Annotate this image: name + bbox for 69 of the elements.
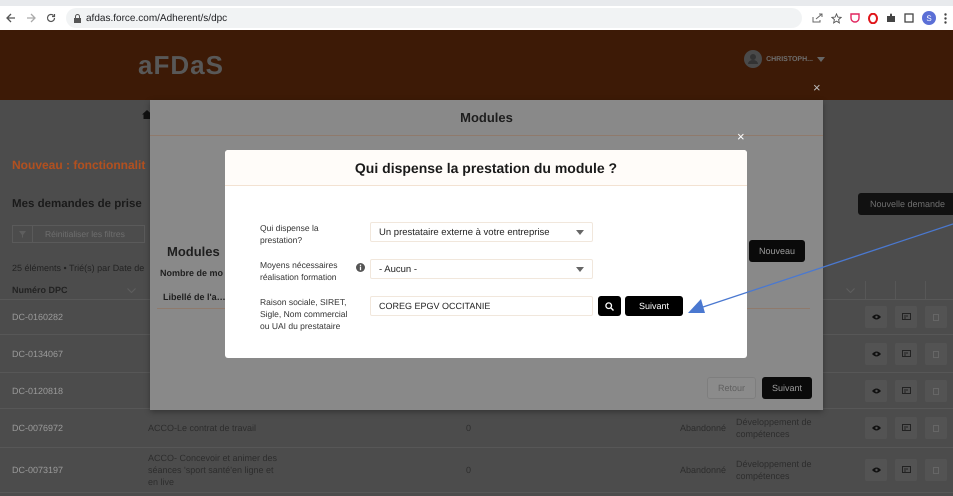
- edit-button[interactable]: [895, 306, 917, 328]
- caret-icon: [576, 266, 584, 272]
- select-field[interactable]: Un prestataire externe à votre entreprise: [370, 222, 593, 242]
- delete-button[interactable]: [925, 417, 947, 439]
- card-icon: [902, 313, 910, 321]
- forward-icon[interactable]: [26, 13, 36, 23]
- section-title: Modules: [167, 244, 220, 258]
- delete-button[interactable]: [925, 342, 947, 364]
- select-field[interactable]: - Aucun -: [370, 259, 593, 279]
- back-icon[interactable]: [6, 13, 16, 23]
- delete-button[interactable]: [925, 380, 947, 402]
- edit-button[interactable]: [895, 342, 917, 364]
- close-icon[interactable]: ×: [813, 80, 821, 95]
- delete-button[interactable]: [925, 306, 947, 328]
- view-button[interactable]: [865, 380, 887, 402]
- avatar-icon[interactable]: [744, 50, 762, 68]
- puzzle-icon[interactable]: [886, 13, 896, 23]
- field-label: Nombre de mo: [160, 268, 224, 278]
- column-header[interactable]: Libellé de l'a…: [163, 292, 226, 302]
- card-icon: [902, 466, 910, 474]
- card-icon: [902, 424, 910, 432]
- extension-icon[interactable]: [850, 13, 860, 23]
- dialog-title: Modules: [460, 110, 513, 125]
- dropdown-caret-icon: [817, 56, 825, 62]
- lock-icon: [74, 14, 81, 22]
- eye-icon: [872, 467, 880, 473]
- new-request-button[interactable]: Nouvelle demande: [858, 193, 953, 215]
- eye-icon: [872, 425, 880, 431]
- field-label: Raison sociale, SIRET, Sigle, Nom commercial ou UAI du prestataire: [260, 296, 348, 332]
- table-cell-text: DC-0160282: [11, 312, 64, 322]
- reload-icon[interactable]: [46, 13, 56, 23]
- input-field[interactable]: COREG EPGV OCCITANIE: [370, 296, 593, 316]
- eye-icon: [872, 350, 880, 356]
- view-button[interactable]: [865, 459, 887, 481]
- sidebar-icon[interactable]: [904, 13, 914, 23]
- table-cell-text: DC-0076972: [11, 423, 64, 433]
- card-icon: [902, 386, 910, 394]
- edit-button[interactable]: [895, 380, 917, 402]
- star-icon[interactable]: [831, 12, 842, 24]
- field-label: Qui dispense la prestation?: [260, 222, 320, 246]
- caret-icon: [576, 230, 584, 234]
- view-button[interactable]: [865, 417, 887, 439]
- eye-icon: [872, 314, 880, 320]
- edit-button[interactable]: [895, 459, 917, 481]
- next-button[interactable]: Suivant: [625, 296, 684, 316]
- extension-icon[interactable]: [868, 12, 878, 24]
- card-icon: [902, 350, 910, 358]
- share-icon[interactable]: [812, 13, 823, 23]
- view-button[interactable]: [865, 342, 887, 364]
- dialog-title: Qui dispense la prestation du module ?: [354, 160, 618, 176]
- profile-avatar[interactable]: S: [922, 11, 936, 25]
- close-button[interactable]: ×: [737, 129, 745, 144]
- table-cell-text: DC-0120818: [11, 386, 64, 396]
- address-bar[interactable]: afdas.force.com/Adherent/s/dpc: [66, 8, 802, 28]
- edit-button[interactable]: [895, 417, 917, 439]
- new-button[interactable]: Nouveau: [748, 240, 805, 262]
- eye-icon: [872, 388, 880, 394]
- menu-icon[interactable]: [944, 12, 947, 24]
- search-icon: [605, 302, 614, 310]
- notice-text: Nouveau : fonctionnalit: [12, 158, 146, 172]
- view-button[interactable]: [865, 306, 887, 328]
- home-icon[interactable]: [142, 110, 152, 118]
- info-icon[interactable]: [356, 263, 365, 272]
- table-cell-text: DC-0134067: [11, 348, 64, 358]
- next-button[interactable]: Suivant: [762, 377, 812, 399]
- delete-button[interactable]: [925, 459, 947, 481]
- search-button[interactable]: [598, 296, 621, 316]
- field-label: Moyens nécessaires réalisation formation: [260, 259, 338, 283]
- table-cell-text: DC-0073197: [11, 465, 64, 475]
